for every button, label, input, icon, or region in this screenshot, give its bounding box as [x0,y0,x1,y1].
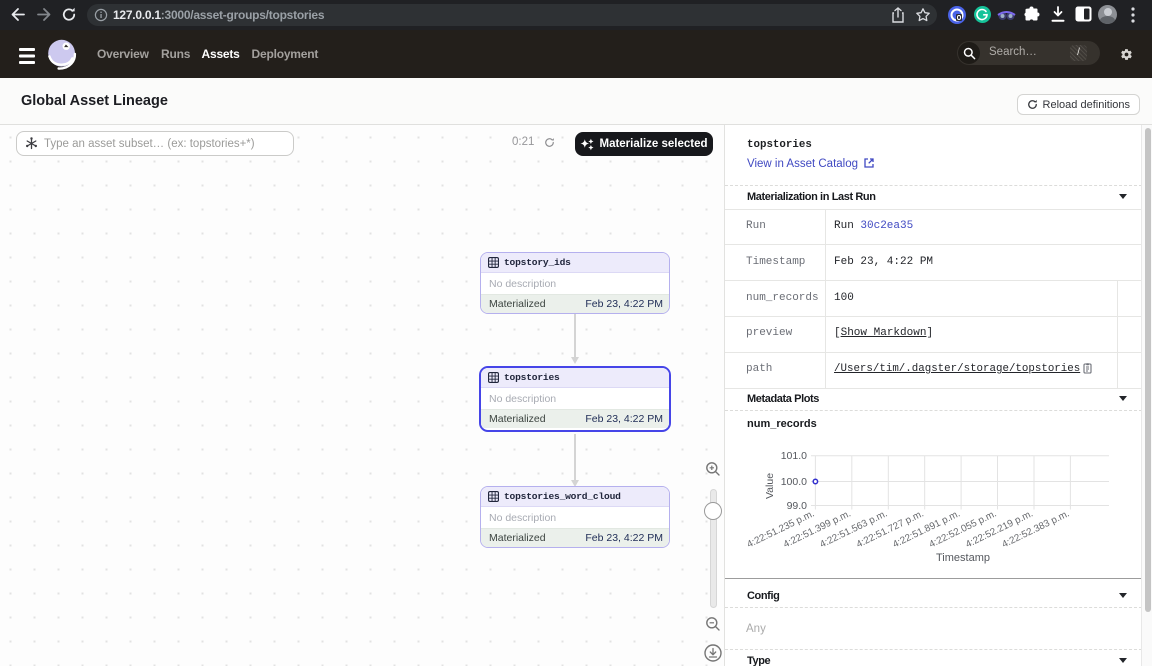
svg-text:Value: Value [764,473,776,499]
svg-text:99.0: 99.0 [787,500,808,512]
svg-text:100.0: 100.0 [781,476,807,488]
svg-text:101.0: 101.0 [781,450,807,462]
svg-text:Timestamp: Timestamp [936,552,990,564]
